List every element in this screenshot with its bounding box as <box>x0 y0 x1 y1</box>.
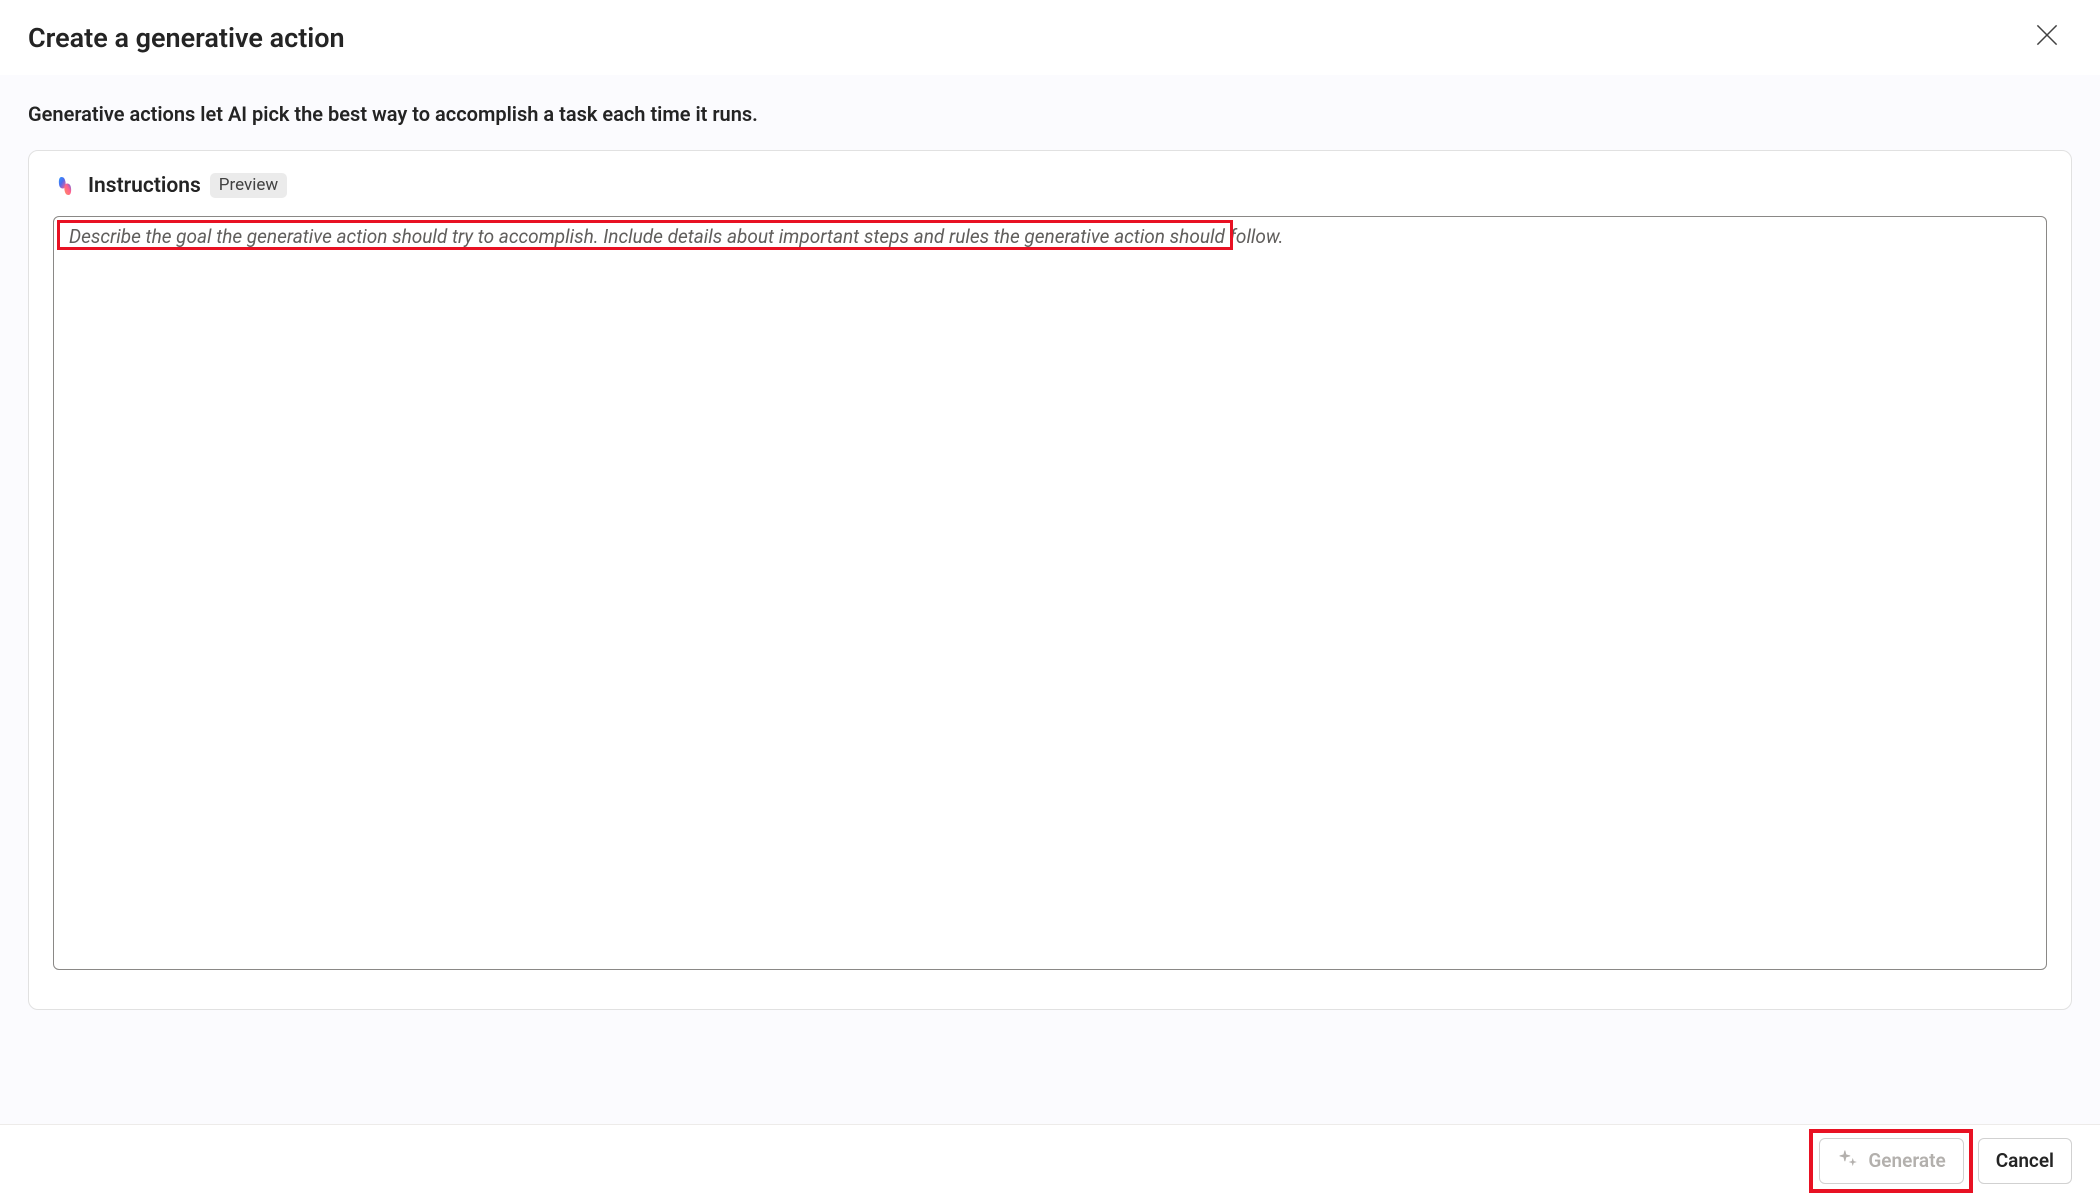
dialog-footer: Generate Cancel <box>0 1124 2100 1196</box>
generate-button[interactable]: Generate <box>1819 1138 1963 1184</box>
close-button[interactable] <box>2027 18 2067 58</box>
dialog-header: Create a generative action <box>0 0 2100 75</box>
cancel-button[interactable]: Cancel <box>1978 1138 2072 1184</box>
instructions-input[interactable] <box>54 217 2046 969</box>
preview-badge: Preview <box>210 173 287 198</box>
dialog-description: Generative actions let AI pick the best … <box>28 102 2072 126</box>
cancel-button-label: Cancel <box>1996 1149 2054 1172</box>
instructions-textarea-wrap <box>53 216 2047 970</box>
generate-button-label: Generate <box>1868 1149 1945 1172</box>
section-header: Instructions Preview <box>53 173 2047 198</box>
close-icon <box>2036 24 2058 51</box>
dialog-title: Create a generative action <box>28 22 345 54</box>
dialog-body: Generative actions let AI pick the best … <box>0 75 2100 1124</box>
section-title: Instructions <box>88 174 201 198</box>
sparkle-icon <box>1837 1148 1858 1174</box>
instructions-card: Instructions Preview <box>28 150 2072 1010</box>
copilot-icon <box>53 174 77 198</box>
